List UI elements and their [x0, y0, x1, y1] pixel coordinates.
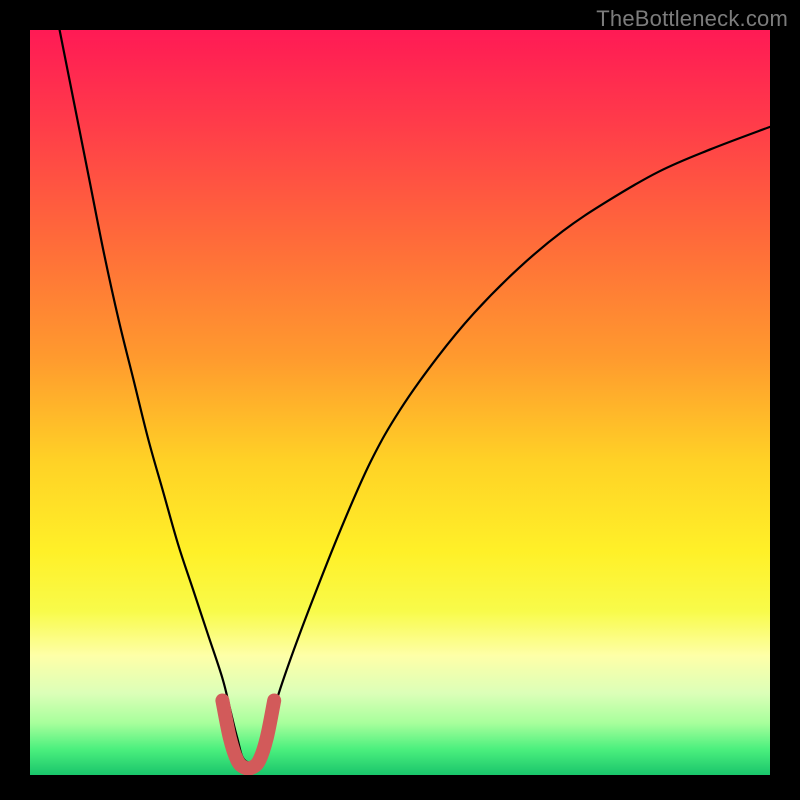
watermark-text: TheBottleneck.com: [596, 6, 788, 32]
highlight-valley-path: [222, 701, 274, 769]
chart-plot: [30, 30, 770, 775]
bottleneck-curve-path: [60, 30, 770, 763]
chart-frame: [30, 30, 770, 775]
